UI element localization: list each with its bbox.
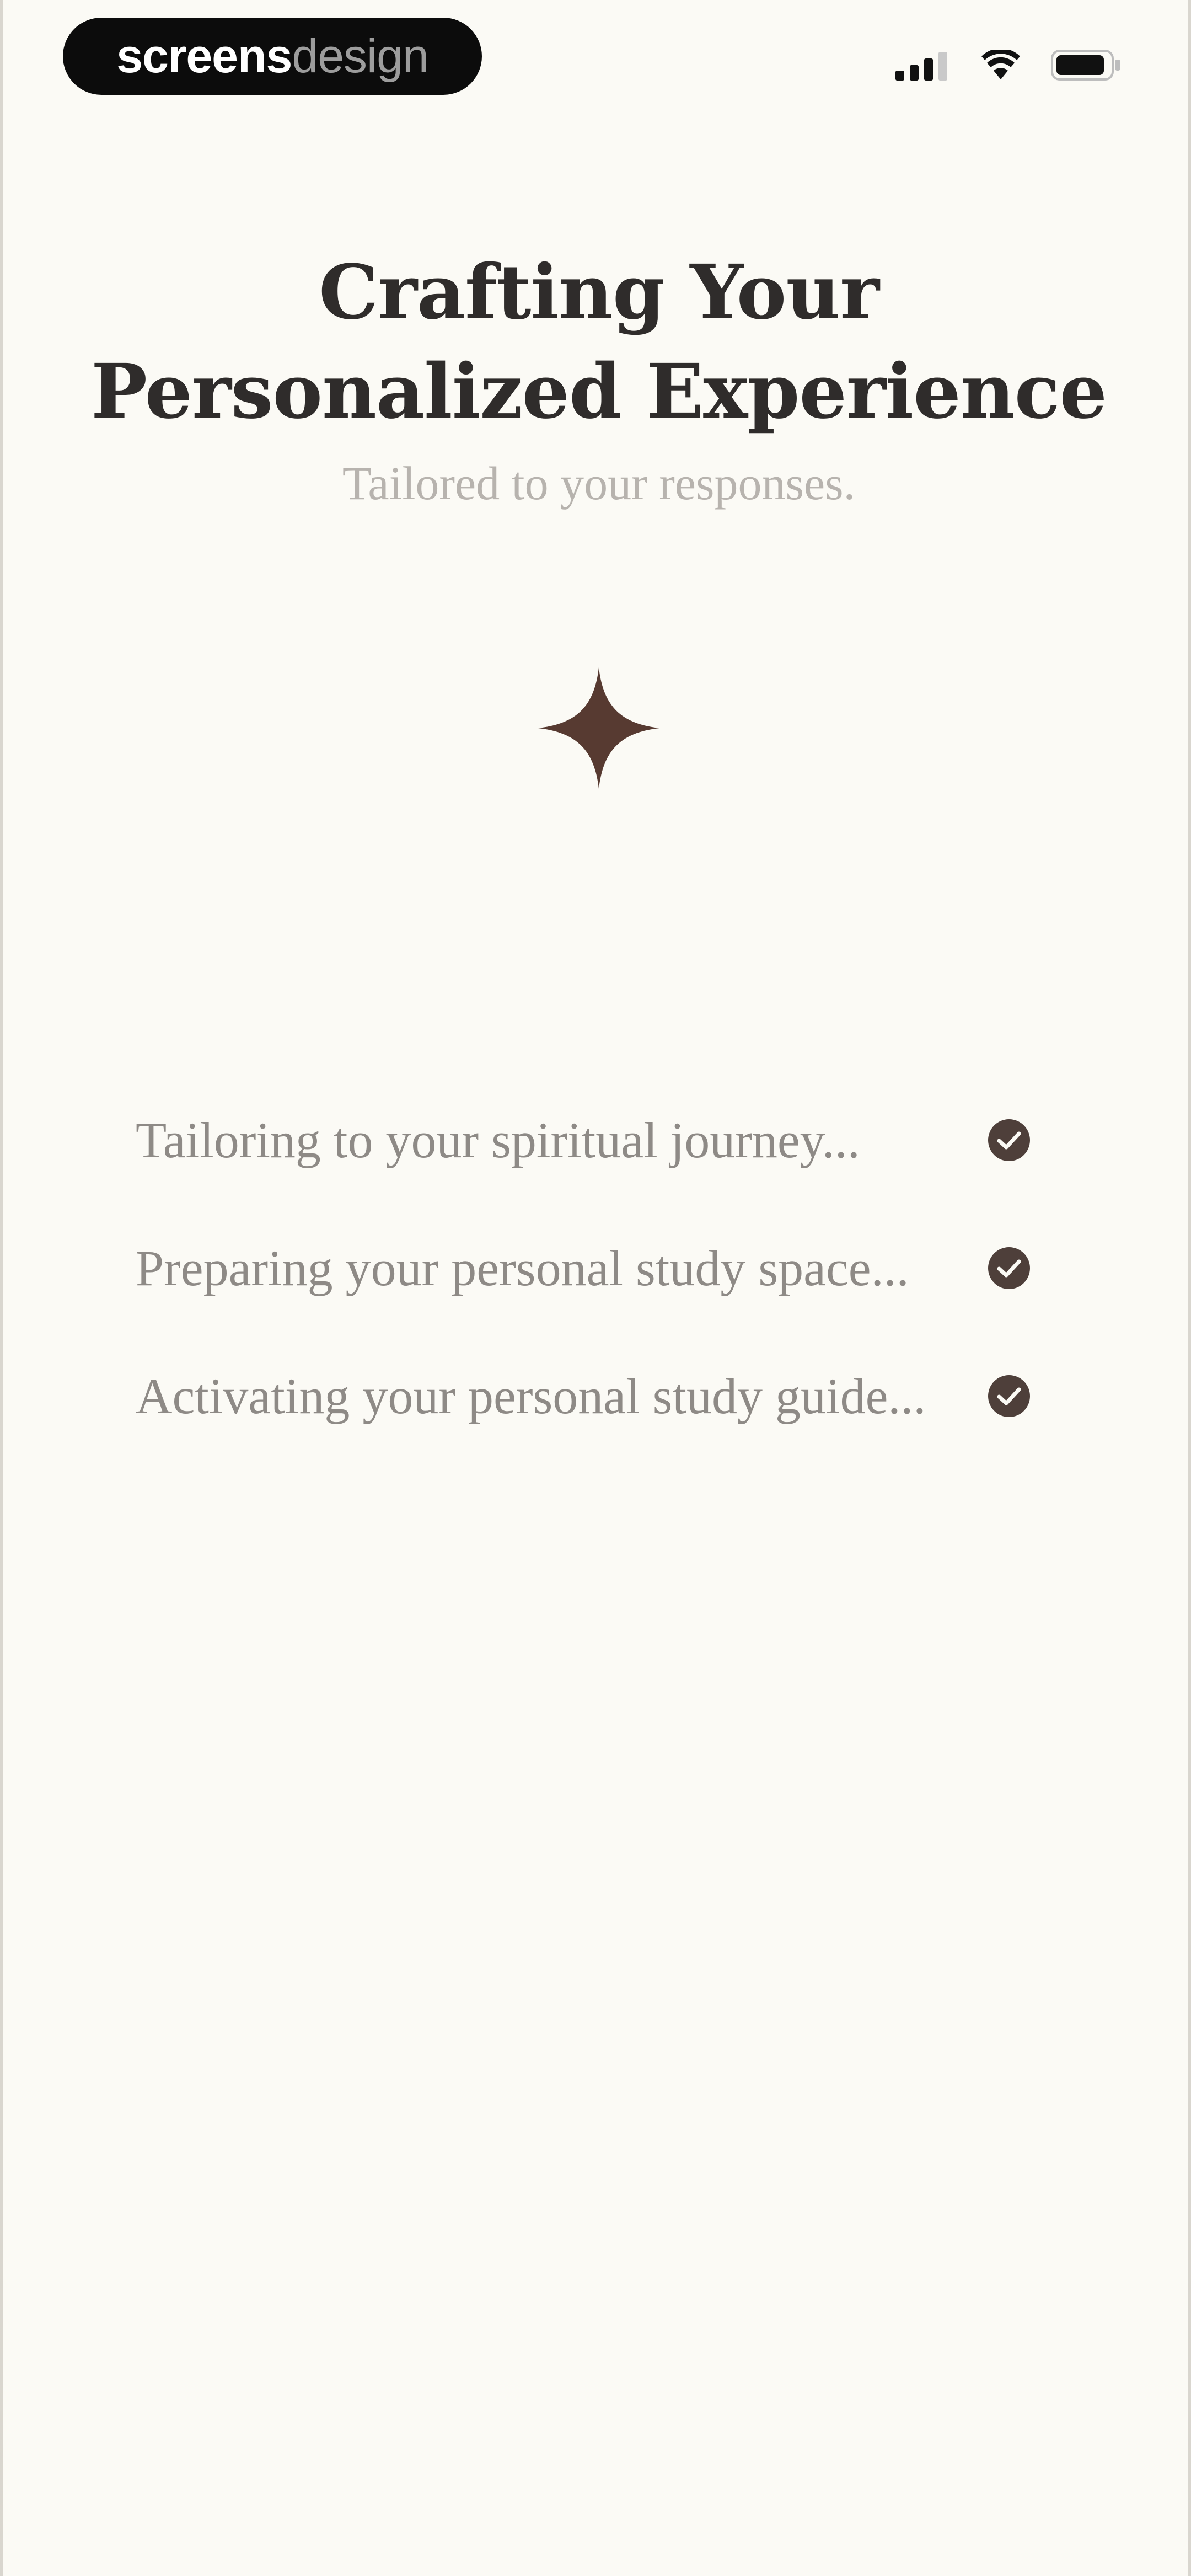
status-icons — [895, 49, 1123, 82]
progress-checklist: Tailoring to your spiritual journey... P… — [136, 1109, 1062, 1493]
check-circle-icon — [988, 1119, 1030, 1161]
sparkle-icon — [538, 667, 659, 789]
battery-icon — [1051, 50, 1120, 81]
header: Crafting Your Personalized Experience Ta… — [3, 243, 1191, 511]
check-circle-icon — [988, 1375, 1030, 1417]
page-title-line-2: Personalized Experience — [90, 348, 1107, 436]
screen: screens design Crafting Your Personalize… — [0, 0, 1191, 2576]
checklist-item-label: Activating your personal study guide... — [136, 1368, 926, 1424]
page-subtitle: Tailored to your responses. — [342, 457, 856, 510]
checklist-item-label: Tailoring to your spiritual journey... — [136, 1112, 860, 1168]
wifi-icon — [981, 50, 1020, 79]
check-circle-icon — [988, 1247, 1030, 1289]
checklist-item: Preparing your personal study space... — [136, 1237, 1062, 1300]
brand-logo-light: design — [292, 30, 428, 83]
page-title: Crafting Your Personalized Experience — [3, 243, 1191, 441]
checklist-item-label: Preparing your personal study space... — [136, 1240, 909, 1296]
checklist-item: Activating your personal study guide... — [136, 1365, 1062, 1428]
page-title-line-1: Crafting Your — [319, 248, 879, 336]
checklist-item: Tailoring to your spiritual journey... — [136, 1109, 1062, 1172]
signal-icon — [895, 52, 947, 81]
status-bar: screens design — [3, 0, 1191, 116]
brand-logo-bold: screens — [116, 30, 292, 83]
brand-logo: screens design — [63, 18, 482, 95]
